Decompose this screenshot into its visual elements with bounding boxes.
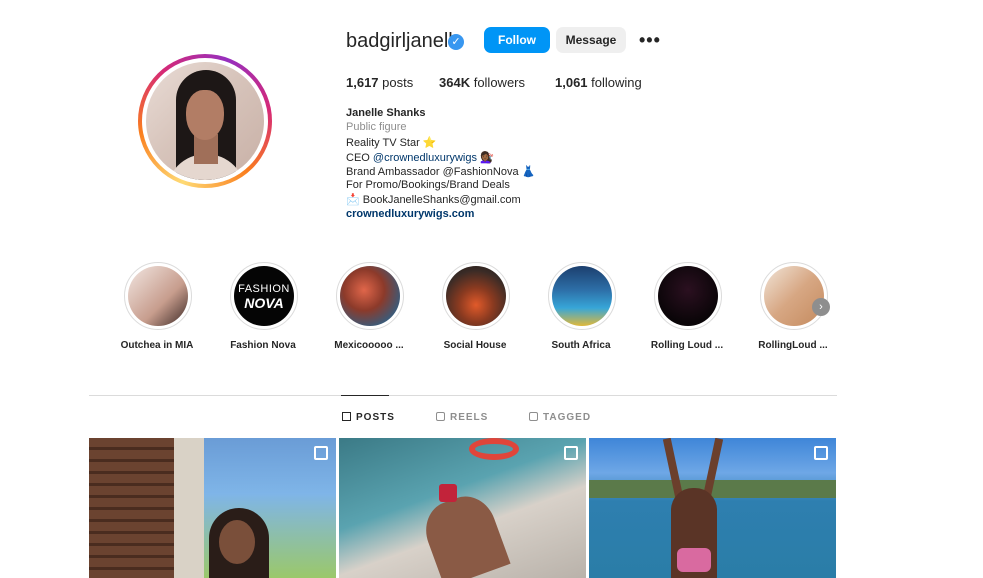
highlight-label: Social House (443, 340, 507, 351)
tab-reels[interactable]: REELS (436, 412, 488, 423)
verified-badge-icon: ✓ (448, 34, 464, 50)
bio-line-5: 📩 BookJanelleShanks@gmail.com (346, 194, 521, 206)
bio-line-2-suffix: 💇🏾‍♀️ (477, 152, 494, 164)
highlight-cover (658, 266, 718, 326)
followers-count: 364K (439, 75, 471, 90)
bio-line-2-prefix: CEO (346, 152, 373, 164)
highlight-cover (340, 266, 400, 326)
profile-avatar[interactable] (138, 54, 272, 188)
more-options-icon[interactable]: ••• (639, 30, 661, 51)
highlight-social-house[interactable] (442, 262, 510, 330)
tab-posts[interactable]: POSTS (342, 412, 395, 423)
reels-icon (436, 412, 445, 421)
bio-category: Public figure (346, 121, 407, 133)
highlight-south-africa[interactable] (548, 262, 616, 330)
bio-website-link[interactable]: crownedluxurywigs.com (346, 208, 474, 220)
post-thumbnail[interactable] (589, 438, 836, 578)
highlight-label: Fashion Nova (230, 340, 296, 351)
highlight-rolling-loud-1[interactable] (654, 262, 722, 330)
bio-line-1: Reality TV Star ⭐ (346, 137, 437, 149)
profile-username: badgirljanelle (346, 30, 464, 52)
stat-followers[interactable]: 364K followers (439, 75, 525, 90)
chevron-right-icon[interactable]: › (812, 298, 830, 316)
active-tab-indicator (341, 395, 389, 396)
avatar-photo (146, 62, 264, 180)
fashion-nova-logo-top: FASHION (238, 283, 290, 295)
highlight-cover (446, 266, 506, 326)
tab-tagged[interactable]: TAGGED (529, 412, 591, 423)
following-count: 1,061 (555, 75, 588, 90)
avatar-ring-gap (142, 58, 268, 184)
bio-line-2: CEO @crownedluxurywigs 💇🏾‍♀️ (346, 151, 494, 164)
highlight-label: Mexicooooo ... (334, 340, 404, 351)
bio-line-4: For Promo/Bookings/Brand Deals (346, 179, 510, 191)
tab-posts-label: POSTS (356, 412, 395, 423)
tabs-divider (89, 395, 837, 396)
highlight-label: Rolling Loud ... (650, 340, 724, 351)
message-button[interactable]: Message (556, 27, 626, 53)
fashion-nova-logo-bottom: NOVA (244, 295, 284, 311)
tab-tagged-label: TAGGED (543, 412, 592, 423)
posts-count: 1,617 (346, 75, 379, 90)
bio-mention-link[interactable]: @crownedluxurywigs (373, 152, 477, 164)
highlight-rolling-loud-2[interactable] (760, 262, 828, 330)
highlight-cover: FASHION NOVA (234, 266, 294, 326)
highlight-cover (764, 266, 824, 326)
multiple-photos-icon (814, 446, 828, 460)
highlight-cover (552, 266, 612, 326)
tagged-icon (529, 412, 538, 421)
grid-icon (342, 412, 351, 421)
post-thumbnail[interactable] (339, 438, 586, 578)
following-label: following (591, 75, 642, 90)
multiple-photos-icon (314, 446, 328, 460)
highlight-label: RollingLoud ... (758, 340, 828, 351)
highlight-mexicooooo[interactable] (336, 262, 404, 330)
multiple-photos-icon (564, 446, 578, 460)
follow-button[interactable]: Follow (484, 27, 550, 53)
posts-label: posts (382, 75, 414, 90)
stat-posts: 1,617 posts (346, 75, 413, 90)
highlight-label: Outchea in MIA (120, 340, 194, 351)
bio-line-3: Brand Ambassador @FashionNova 👗 (346, 166, 536, 178)
highlight-cover (128, 266, 188, 326)
highlight-label: South Africa (551, 340, 611, 351)
post-thumbnail[interactable] (89, 438, 336, 578)
stat-following[interactable]: 1,061 following (555, 75, 642, 90)
bio-full-name: Janelle Shanks (346, 107, 426, 119)
tab-reels-label: REELS (450, 412, 489, 423)
followers-label: followers (473, 75, 525, 90)
highlight-outchea-in-mia[interactable] (124, 262, 192, 330)
highlight-fashion-nova[interactable]: FASHION NOVA (230, 262, 298, 330)
